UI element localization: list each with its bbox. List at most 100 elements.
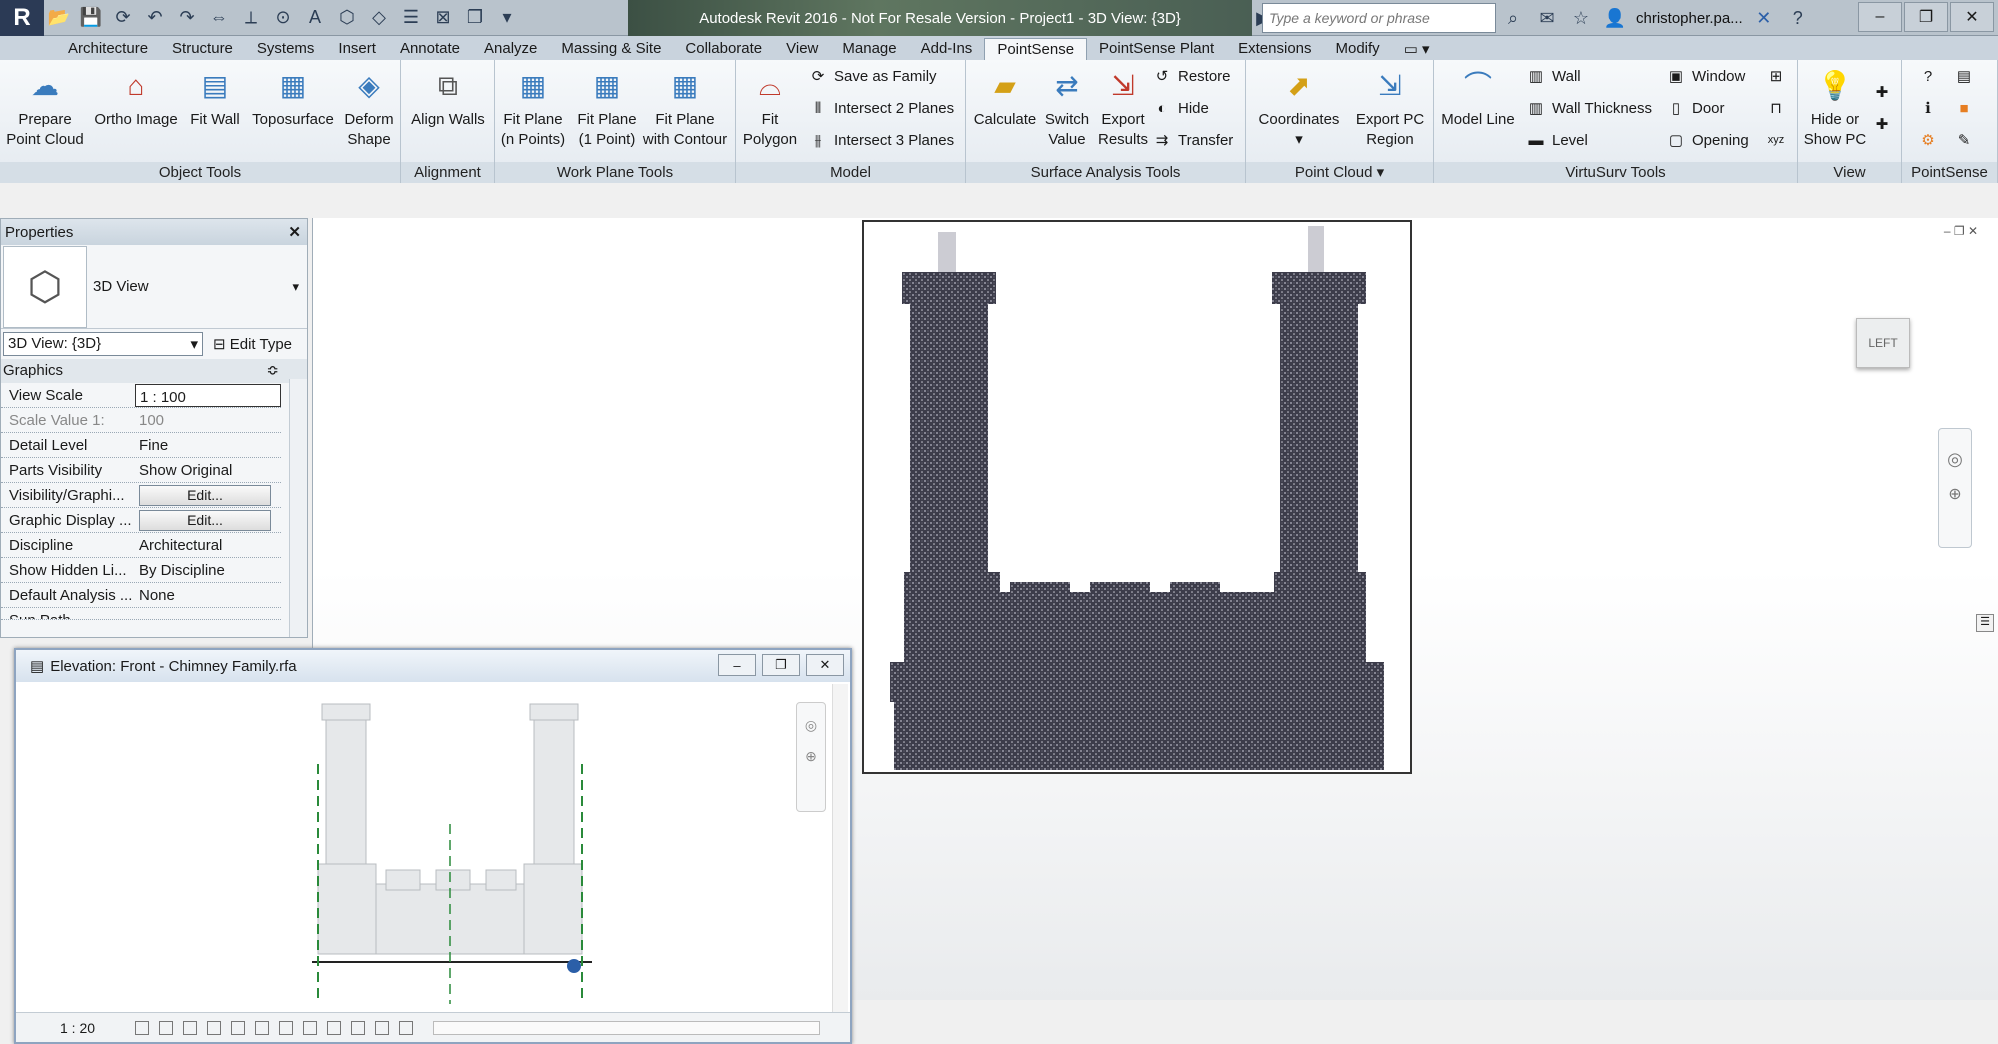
property-value[interactable] [135,608,281,619]
3d-view-icon[interactable]: ⬡ [334,4,360,30]
point-cloud-chimney[interactable] [862,220,1412,774]
switch-windows-icon[interactable]: ❐ [462,4,488,30]
shadows-icon[interactable] [207,1020,222,1035]
highlight-icon[interactable] [375,1020,390,1035]
property-value[interactable]: Show Original [135,458,281,482]
open-icon[interactable]: 📂 [46,4,72,30]
close-button[interactable]: ✕ [1950,2,1994,32]
binoculars-icon[interactable]: ⌕ [1500,5,1526,31]
fit-polygon-button[interactable]: ⌓ Fit Polygon [738,66,802,150]
undo-icon[interactable]: ↶ [142,4,168,30]
view-scale-input[interactable]: 1 : 100 [135,384,281,407]
help-icon[interactable]: ? [1785,5,1811,31]
menu-icon[interactable]: ☰ [1976,614,1994,632]
wall-button[interactable]: ▥ Wall [1526,66,1581,86]
redo-icon[interactable]: ↷ [174,4,200,30]
analytical-model-icon[interactable] [351,1020,366,1035]
view-selector-dropdown[interactable]: 3D View: {3D} [3,332,203,356]
hide-button[interactable]: ◐ Hide [1152,98,1208,118]
wall-thickness-button[interactable]: ▥ Wall Thickness [1526,98,1652,118]
view-tool-2-icon[interactable]: ✚ [1872,114,1892,134]
view-tool-1-icon[interactable]: ✚ [1872,82,1892,102]
window-button[interactable]: ▣ Window [1666,66,1745,86]
panel-title-point-cloud[interactable]: Point Cloud ▾ [1246,162,1433,183]
exchange-icon[interactable]: ✕ [1751,5,1777,31]
extra-tool-2-icon[interactable]: ⊓ [1766,98,1786,118]
fit-plane-1-point-button[interactable]: ▦ Fit Plane (1 Point) [571,66,643,150]
help-icon[interactable]: ? [1918,66,1938,86]
property-value[interactable]: None [135,583,281,607]
close-hidden-icon[interactable]: ⊠ [430,4,456,30]
zoom-icon[interactable]: ⊕ [797,748,825,765]
thin-lines-icon[interactable]: ☰ [398,4,424,30]
ortho-image-button[interactable]: ⌂ Ortho Image [88,66,184,130]
maximize-button[interactable]: ❐ [762,654,800,676]
settings-icon[interactable]: ⚙ [1918,130,1938,150]
tab-massing-site[interactable]: Massing & Site [549,38,673,60]
level-button[interactable]: ▬ Level [1526,130,1588,150]
toposurface-button[interactable]: ▦ Toposurface [246,66,340,130]
tab-architecture[interactable]: Architecture [56,38,160,60]
favorites-icon[interactable]: ☆ [1568,5,1594,31]
property-value[interactable]: Fine [135,433,281,457]
tab-structure[interactable]: Structure [160,38,245,60]
minimize-button[interactable]: – [718,654,756,676]
tab-manage[interactable]: Manage [830,38,908,60]
worksharing-icon[interactable] [327,1020,342,1035]
user-icon[interactable]: 👤 [1602,5,1628,31]
zoom-icon[interactable]: ⊕ [1939,484,1971,504]
switch-value-button[interactable]: ⇄ Switch Value [1038,66,1096,150]
property-value[interactable]: Architectural [135,533,281,557]
scale-selector[interactable]: 1 : 20 [60,1020,95,1036]
text-icon[interactable]: A [302,4,328,30]
elevation-canvas[interactable]: ◎ ⊕ [26,684,832,1012]
graphic-display-edit-button[interactable]: Edit... [139,510,271,531]
tab-systems[interactable]: Systems [245,38,327,60]
restore-button[interactable]: ↺ Restore [1152,66,1231,86]
elevation-vertical-scrollbar[interactable] [832,684,848,1012]
dimension-icon[interactable]: ⟂ [238,4,264,30]
fit-plane-n-points-button[interactable]: ▦ Fit Plane (n Points) [497,66,569,150]
navigation-bar[interactable]: ◎ ⊕ [1938,428,1972,548]
intersect-2-planes-button[interactable]: ⫴ Intersect 2 Planes [808,98,954,118]
extra-tool-1-icon[interactable]: ⊞ [1766,66,1786,86]
application-menu-button[interactable]: R [0,0,44,36]
calculate-button[interactable]: ▰ Calculate [970,66,1040,130]
align-walls-button[interactable]: ⧉ Align Walls [405,66,491,130]
hide-show-pc-button[interactable]: 💡 Hide or Show PC [1800,66,1870,150]
fit-wall-button[interactable]: ▤ Fit Wall [186,66,244,130]
tab-analyze[interactable]: Analyze [472,38,549,60]
temporary-hide-icon[interactable] [279,1020,294,1035]
user-name[interactable]: christopher.pa... [1636,10,1743,27]
tab-modify[interactable]: Modify [1324,38,1392,60]
elevation-horizontal-scrollbar[interactable] [433,1020,820,1035]
view-window-controls[interactable]: – ❐ ✕ [1944,224,1978,238]
show-crop-icon[interactable] [255,1020,270,1035]
edit-type-button[interactable]: ⊟ Edit Type [213,335,292,353]
tab-extensions[interactable]: Extensions [1226,38,1323,60]
visual-style-icon[interactable] [159,1020,174,1035]
restore-button[interactable]: ❐ [1904,2,1948,32]
property-value[interactable]: By Discipline [135,558,281,582]
sun-path-icon[interactable] [183,1020,198,1035]
visibility-edit-button[interactable]: Edit... [139,485,271,506]
close-button[interactable]: ✕ [806,654,844,676]
section-icon[interactable]: ◇ [366,4,392,30]
tool-icon[interactable]: ✎ [1954,130,1974,150]
ribbon-display-toggle[interactable]: ▭ ▾ [1392,38,1442,60]
info-icon[interactable]: ℹ [1918,98,1938,118]
export-pc-region-button[interactable]: ⇲ Export PC Region [1350,66,1430,150]
tab-annotate[interactable]: Annotate [388,38,472,60]
tab-view[interactable]: View [774,38,830,60]
tab-collaborate[interactable]: Collaborate [673,38,774,60]
tab-pointsense[interactable]: PointSense [984,38,1088,60]
type-selector[interactable]: ⬡ 3D View ▾ [1,245,307,329]
document-icon[interactable]: ▤ [1954,66,1974,86]
door-button[interactable]: ▯ Door [1666,98,1725,118]
save-as-family-button[interactable]: ⟳ Save as Family [808,66,937,86]
viewcube[interactable]: LEFT [1856,318,1910,368]
fit-plane-contour-button[interactable]: ▦ Fit Plane with Contour [637,66,733,150]
tag-icon[interactable]: ⊙ [270,4,296,30]
transfer-button[interactable]: ⇉ Transfer [1152,130,1234,150]
customize-qat-icon[interactable]: ▾ [494,4,520,30]
